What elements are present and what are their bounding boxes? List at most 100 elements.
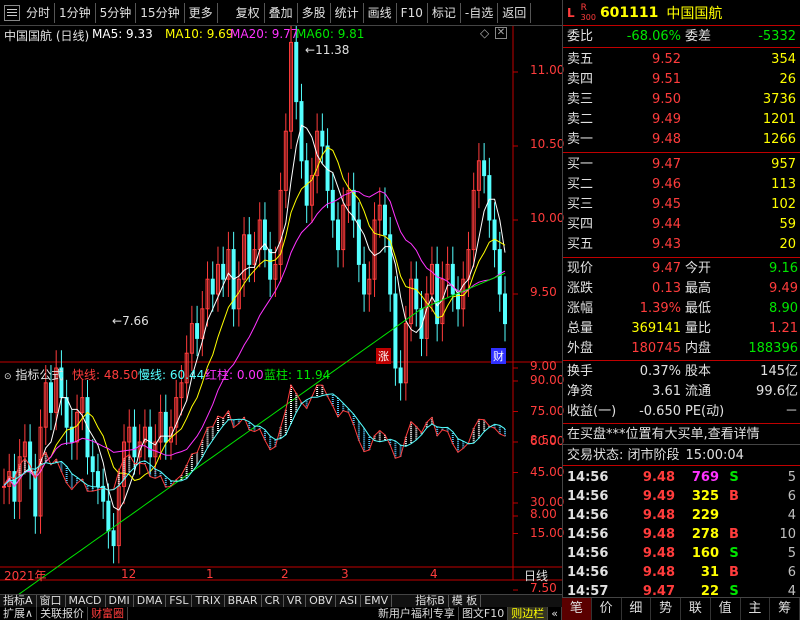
indicator-tick-label: 30.00 — [530, 495, 565, 509]
indicator-tab-11[interactable]: ASI — [336, 595, 362, 607]
orderbook-row[interactable]: 卖五 9.52 354 — [563, 50, 800, 70]
stock-code: 601111 — [599, 4, 659, 21]
quote-tab-7[interactable]: 筹 — [770, 598, 800, 620]
expand-button[interactable]: 扩展∧ — [0, 607, 38, 620]
indicator-tab-8[interactable]: CR — [262, 595, 284, 607]
candle-body — [487, 175, 492, 221]
toolbar-item-13[interactable]: 返回 — [498, 2, 532, 23]
toolbar-item-2[interactable]: 5分钟 — [96, 2, 137, 23]
date-axis-label: 1 — [206, 567, 214, 581]
toolbar-item-1[interactable]: 1分钟 — [55, 2, 96, 23]
indicator-tab-4[interactable]: DMA — [134, 595, 167, 607]
toolbar-item-11[interactable]: 标记 — [428, 2, 461, 23]
weicha-value: -5332 — [758, 29, 796, 44]
candle-body — [503, 293, 507, 325]
toolbar-item-6[interactable]: 叠加 — [265, 2, 298, 23]
orderbook-row[interactable]: 买五 9.43 20 — [563, 235, 800, 255]
candle-body — [393, 293, 398, 369]
ma60-label: MA60: 9.81 — [296, 27, 365, 41]
kline-chart-area[interactable]: 中国国航 (日线) MA5: 9.33 MA10: 9.69 MA20: 9.7… — [0, 26, 565, 595]
quote-stat2-row: 收益(一) -0.650 PE(动) － — [567, 404, 798, 419]
quote-stat-row: 外盘 180745 内盘 188396 — [567, 341, 798, 356]
toolbar-item-5[interactable]: 复权 — [232, 2, 265, 23]
quote-tab-3[interactable]: 势 — [651, 598, 681, 620]
orderbook-row[interactable]: 卖二 9.49 1201 — [563, 110, 800, 130]
indicator-tab-10[interactable]: OBV — [306, 595, 337, 607]
quote-tab-5[interactable]: 值 — [711, 598, 741, 620]
toolbar-item-3[interactable]: 15分钟 — [136, 2, 185, 23]
quote-tab-2[interactable]: 细 — [622, 598, 652, 620]
orderbook-row[interactable]: 买三 9.45 102 — [563, 195, 800, 215]
toolbar-item-7[interactable]: 多股 — [298, 2, 331, 23]
cai-marker[interactable]: 财 — [491, 348, 506, 364]
orderbook-row[interactable]: 卖一 9.48 1266 — [563, 130, 800, 150]
candle-body — [90, 456, 95, 473]
tick-row: 14:56 9.48 278 B 10 — [567, 527, 796, 542]
tick-row: 14:56 9.48 31 B 6 — [567, 565, 796, 580]
date-axis-label: 12 — [121, 567, 137, 581]
date-axis-label: 4 — [430, 567, 438, 581]
chart-title: 中国国航 (日线) — [4, 29, 90, 43]
orderbook-row[interactable]: 买二 9.46 113 — [563, 175, 800, 195]
flag-l: L — [567, 5, 575, 20]
weibi-value: -68.06% — [626, 29, 681, 44]
indicator-tab-3[interactable]: DMI — [106, 595, 134, 607]
orderbook-row[interactable]: 卖四 9.51 26 — [563, 70, 800, 90]
quote-stat-row: 涨幅 1.39% 最低 8.90 — [567, 301, 798, 316]
toolbar-item-8[interactable]: 统计 — [331, 2, 364, 23]
indicator-tab-5[interactable]: FSL — [166, 595, 193, 607]
collapse-arrow-icon[interactable]: « — [548, 607, 562, 620]
weibi-row: 委比 -68.06% 委差 -5332 — [563, 26, 800, 48]
period-label[interactable]: 日线 — [524, 567, 548, 584]
price-tick-label: 8.00 — [530, 507, 557, 521]
indicator-tick-label: 45.00 — [530, 464, 565, 479]
candle-body — [482, 160, 487, 177]
quote-tab-6[interactable]: 主 — [741, 598, 771, 620]
quote-stat-row: 涨跌 0.13 最高 9.49 — [567, 281, 798, 296]
toolbar-item-12[interactable]: -自选 — [461, 2, 499, 23]
diamond-icon[interactable]: ◇ — [480, 26, 489, 40]
candle-body — [111, 530, 116, 547]
quote-stat2-row: 换手 0.37% 股本 145亿 — [567, 364, 798, 379]
indicator-tab-13[interactable]: 指标B — [412, 595, 449, 607]
candle-body — [268, 249, 273, 280]
indicator-tab-9[interactable]: VR — [284, 595, 307, 607]
indicator-tab-12[interactable]: EMV — [361, 595, 393, 607]
trade-status: 交易状态: 闭市阶段 15:00:04 — [563, 445, 800, 466]
quote-tab-1[interactable]: 价 — [592, 598, 622, 620]
indicator-tab-0[interactable]: 指标A — [0, 595, 37, 607]
orderbook-row[interactable]: 买四 9.44 59 — [563, 215, 800, 235]
indicator-tab-1[interactable]: 窗口 — [37, 595, 66, 607]
fortune-circle-button[interactable]: 财富圈 — [88, 607, 129, 620]
sidebar-link[interactable]: 则边栏 — [508, 607, 549, 620]
menu-icon[interactable] — [4, 4, 20, 21]
kline-chart[interactable] — [0, 26, 562, 594]
big-order-notice[interactable]: 在买盘***位置有大买单,查看详情 — [563, 424, 800, 445]
ma10-label: MA10: 9.69 — [165, 27, 234, 41]
tick-row: 14:56 9.48 229 4 — [567, 508, 796, 523]
welfare-link[interactable]: 新用户福利专享 — [375, 607, 459, 620]
low-price-annotation: ←7.66 — [112, 314, 149, 328]
close-icon[interactable]: ✕ — [495, 27, 507, 39]
ma5-line — [3, 124, 506, 511]
indicator-title[interactable]: ⊙ 指标公式 — [4, 366, 63, 383]
toolbar-item-4[interactable]: 更多 — [185, 2, 218, 23]
toolbar-item-0[interactable]: 分时 — [22, 2, 56, 23]
zhang-marker[interactable]: 涨 — [376, 348, 391, 364]
related-quote-button[interactable]: 关联报价 — [37, 607, 89, 620]
toolbar-item-9[interactable]: 画线 — [364, 2, 397, 23]
orderbook-row[interactable]: 买一 9.47 957 — [563, 155, 800, 175]
quote-tab-0[interactable]: 笔 — [562, 598, 592, 620]
indicator-tab-7[interactable]: BRAR — [225, 595, 262, 607]
candle-body — [382, 204, 387, 236]
toolbar-item-10[interactable]: F10 — [397, 2, 428, 23]
indicator-tab-6[interactable]: TRIX — [192, 595, 225, 607]
candle-body — [330, 189, 335, 221]
quote-tab-4[interactable]: 联 — [681, 598, 711, 620]
f10-link[interactable]: 图文F10 — [459, 607, 509, 620]
indicator-tab-2[interactable]: MACD — [66, 595, 106, 607]
price-tick-label: 11.00 — [530, 63, 565, 77]
indicator-tab-14[interactable]: 模 板 — [449, 595, 482, 607]
tick-row: 14:56 9.48 160 S 5 — [567, 546, 796, 561]
orderbook-row[interactable]: 卖三 9.50 3736 — [563, 90, 800, 110]
